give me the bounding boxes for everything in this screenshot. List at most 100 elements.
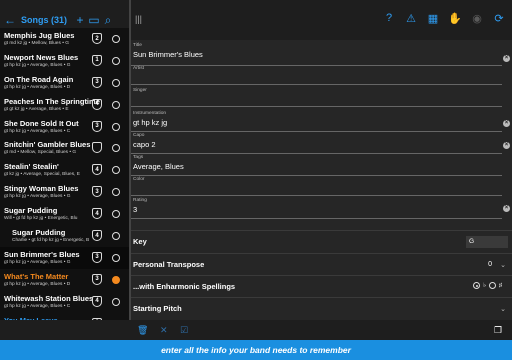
song-title: What's The Matter xyxy=(4,271,69,281)
song-row[interactable]: Memphis Jug Blues gt md kz jg • Mellow, … xyxy=(0,28,129,50)
song-row[interactable]: Snitchin' Gambler Blues gt md • Mellow, … xyxy=(0,137,129,160)
chevron-down-icon[interactable]: ⌄ xyxy=(500,261,506,269)
copy-icon[interactable]: ❐ xyxy=(494,325,502,336)
flat-radio[interactable] xyxy=(473,282,481,289)
song-title: Peaches In The Springtime xyxy=(4,96,100,106)
song-row[interactable]: Sugar Pudding Charlie • gt fd hp kz jg •… xyxy=(0,225,129,247)
song-subtitle: gt hp kz jg • Average, Blues • D xyxy=(4,84,71,90)
color-field[interactable]: Color xyxy=(131,177,512,196)
song-details-panel: ||| ? ⚠ ▦ ✋ ◉ ⟳ Title Sun Brimmer's Blue… xyxy=(131,0,512,340)
instrumentation-field[interactable]: Instrumentation gt hp kz jg × xyxy=(131,111,512,132)
song-subtitle: gt md kz jg • Mellow, Blues • G xyxy=(4,41,69,46)
song-title: Memphis Jug Blues xyxy=(4,31,75,40)
song-subtitle: gt hp kz jg • Average, Blues • D xyxy=(4,281,71,287)
enharmonic-row[interactable]: ...with Enharmonic Spellings ♭ ♯ xyxy=(131,275,512,297)
song-subtitle: Will • gt fd hp kz jg • Energetic, Blu xyxy=(4,216,78,222)
sharp-label: ♯ xyxy=(499,282,502,289)
eye-icon[interactable]: ◉ xyxy=(470,12,484,25)
field-label: Color xyxy=(133,177,145,182)
song-row[interactable]: Whitewash Station Blues gt hp kz jg • Av… xyxy=(0,290,129,313)
field-label: Instrumentation xyxy=(133,111,167,116)
song-row-selected[interactable]: Sun Brimmer's Blues gt hp kz jg • Averag… xyxy=(0,246,129,269)
song-title: Sun Brimmer's Blues xyxy=(4,249,80,259)
field-label: Rating xyxy=(133,198,147,203)
shield-icon: 4 xyxy=(92,295,102,307)
select-radio[interactable] xyxy=(112,275,120,284)
waveform-icon[interactable]: ||| xyxy=(135,14,145,24)
clear-icon[interactable]: × xyxy=(503,142,510,149)
add-icon[interactable]: + xyxy=(73,13,87,27)
field-value[interactable]: 3 xyxy=(131,205,512,214)
song-subtitle: gt hp kz jg • Average, Blues • G xyxy=(4,62,71,68)
select-radio[interactable] xyxy=(112,253,120,262)
back-arrow-icon[interactable]: ← xyxy=(3,13,17,27)
select-radio[interactable] xyxy=(112,122,120,131)
personal-transpose-row[interactable]: Personal Transpose 0 ⌄ xyxy=(131,253,512,275)
shield-icon: 4 xyxy=(92,208,102,220)
shield-icon: 1 xyxy=(92,54,102,66)
song-row[interactable]: Stingy Woman Blues gt hp kz jg • Average… xyxy=(0,181,129,204)
trash-icon[interactable]: 🗑 xyxy=(137,325,148,336)
singer-field[interactable]: Singer xyxy=(131,88,512,107)
song-title: Newport News Blues xyxy=(4,52,79,62)
shield-icon: 3 xyxy=(92,251,102,263)
artist-field[interactable]: Artist xyxy=(131,66,512,85)
song-subtitle: gt hp kz jg • Average, Blues • C xyxy=(4,128,71,134)
shield-icon: 2 xyxy=(92,33,102,44)
title-field[interactable]: Title Sun Brimmer's Blues × xyxy=(131,43,512,66)
chevron-down-icon[interactable]: ⌄ xyxy=(500,305,506,313)
hand-icon[interactable]: ✋ xyxy=(448,12,462,25)
capo-field[interactable]: Capo capo 2 × xyxy=(131,133,512,154)
checkbox-icon[interactable]: ☑ xyxy=(180,325,188,336)
field-label: Capo xyxy=(133,133,145,138)
close-icon[interactable]: ✕ xyxy=(160,325,168,336)
setlist-icon[interactable]: ▦ xyxy=(426,12,440,25)
select-radio[interactable] xyxy=(112,297,120,306)
bottom-toolbar: 🗑 ✕ ☑ ❐ xyxy=(0,320,512,340)
shield-icon: 3 xyxy=(92,273,102,285)
search-icon[interactable]: ⌕ xyxy=(101,13,115,27)
key-input[interactable]: G xyxy=(466,236,508,248)
tags-field[interactable]: Tags Average, Blues xyxy=(131,155,512,176)
row-label: Starting Pitch xyxy=(133,304,182,313)
song-subtitle: gt gt kz jg • Average, Blues • E xyxy=(4,106,69,112)
select-radio[interactable] xyxy=(112,56,120,65)
song-subtitle: gt hp kz jg • Average, Blues • C xyxy=(4,303,71,309)
sync-icon[interactable]: ⟳ xyxy=(492,12,506,25)
shield-icon: 4 xyxy=(92,98,102,110)
select-radio[interactable] xyxy=(112,78,120,87)
document-icon[interactable]: ▭ xyxy=(87,13,101,27)
song-subtitle: gt hp kz jg • Average, Blues • G xyxy=(4,259,71,265)
key-row[interactable]: Key G xyxy=(131,230,512,252)
transpose-value[interactable]: 0 xyxy=(488,261,492,268)
field-value[interactable]: gt hp kz jg xyxy=(131,118,512,127)
select-radio[interactable] xyxy=(112,35,120,43)
song-row[interactable]: She Done Sold It Out gt hp kz jg • Avera… xyxy=(0,115,129,138)
select-radio[interactable] xyxy=(112,100,120,109)
song-title: Sugar Pudding xyxy=(4,206,58,216)
field-value[interactable]: Average, Blues xyxy=(131,162,512,171)
clear-icon[interactable]: × xyxy=(503,120,510,127)
shield-icon: 3 xyxy=(92,120,102,132)
song-row[interactable]: On The Road Again gt hp kz jg • Average,… xyxy=(0,71,129,94)
clear-icon[interactable]: × xyxy=(503,205,510,212)
song-subtitle: gt kz jg • Average, Special, Blues, E xyxy=(4,172,80,178)
sharp-radio[interactable] xyxy=(489,282,496,289)
rating-field[interactable]: Rating 3 × xyxy=(131,198,512,219)
song-row[interactable]: Peaches In The Springtime gt gt kz jg • … xyxy=(0,93,129,116)
starting-pitch-row[interactable]: Starting Pitch ⌄ xyxy=(131,297,512,319)
song-row[interactable]: What's The Matter gt hp kz jg • Average,… xyxy=(0,268,129,291)
song-title: She Done Sold It Out xyxy=(4,118,79,128)
clear-icon[interactable]: × xyxy=(503,55,510,62)
help-icon[interactable]: ? xyxy=(382,12,396,25)
song-title: Snitchin' Gambler Blues xyxy=(4,140,91,150)
songs-count-title: Songs (31) xyxy=(21,15,68,25)
song-row[interactable]: Newport News Blues gt hp kz jg • Average… xyxy=(0,49,129,72)
song-row[interactable]: Stealin' Stealin' gt kz jg • Average, Sp… xyxy=(0,159,129,182)
song-subtitle: Charlie • gt fd hp kz jg • Energetic, B xyxy=(12,238,90,244)
song-row[interactable]: Sugar Pudding Will • gt fd hp kz jg • En… xyxy=(0,203,129,226)
select-radio[interactable] xyxy=(112,232,120,241)
warning-icon[interactable]: ⚠ xyxy=(404,12,418,25)
field-value[interactable]: Sun Brimmer's Blues xyxy=(131,50,512,59)
field-value[interactable]: capo 2 xyxy=(131,140,512,149)
